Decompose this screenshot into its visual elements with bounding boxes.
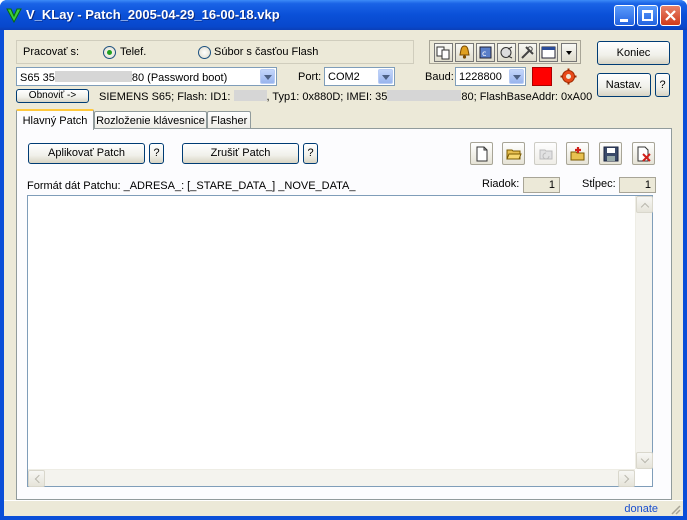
connection-status-indicator (532, 67, 552, 86)
horizontal-scrollbar[interactable] (28, 469, 635, 487)
speaker-icon (500, 46, 513, 59)
status-bar: donate (4, 500, 683, 516)
radio-flash-file-label[interactable]: Súbor s časťou Flash (214, 46, 318, 58)
chevron-down-icon[interactable] (260, 69, 275, 84)
end-button[interactable]: Koniec (597, 41, 670, 65)
toolbar-chip-button[interactable]: c (476, 43, 495, 62)
app-window: V_KLay - Patch_2005-04-29_16-00-18.vkp P… (0, 0, 687, 520)
row-value: 1 (523, 177, 560, 193)
patch-format-text: Formát dát Patchu: _ADRESA_: [_STARE_DAT… (27, 180, 356, 192)
chevron-down-icon[interactable] (378, 69, 393, 84)
reload-patch-button[interactable] (534, 142, 557, 165)
indicator-settings-button[interactable] (559, 67, 578, 86)
window-title: V_KLay - Patch_2005-04-29_16-00-18.vkp (26, 7, 280, 22)
toolbar-copy-button[interactable] (434, 43, 453, 62)
toolbar-tools-button[interactable] (518, 43, 537, 62)
gear-icon (560, 68, 577, 85)
chip-icon: c (479, 46, 492, 59)
maximize-button[interactable] (637, 5, 658, 26)
radio-phone[interactable] (103, 46, 116, 59)
vertical-scrollbar[interactable] (635, 196, 653, 469)
window-icon (541, 46, 556, 59)
radio-flash-file[interactable] (198, 46, 211, 59)
app-logo-icon (6, 8, 22, 23)
save-icon (603, 146, 619, 162)
dropdown-arrow-icon (566, 51, 572, 55)
close-button[interactable] (660, 5, 681, 26)
toolbar-more-button[interactable] (561, 43, 577, 62)
reload-icon (539, 149, 553, 160)
scroll-right-icon[interactable] (618, 470, 635, 487)
scroll-left-icon[interactable] (28, 470, 45, 487)
donate-link[interactable]: donate (624, 503, 658, 515)
title-bar[interactable]: V_KLay - Patch_2005-04-29_16-00-18.vkp (0, 0, 687, 30)
add-patch-button[interactable] (566, 142, 589, 165)
redacted-serial (54, 71, 132, 82)
chevron-down-icon[interactable] (509, 69, 524, 84)
new-file-icon (476, 146, 488, 162)
bell-icon (459, 45, 470, 59)
tools-icon (521, 46, 534, 59)
new-patch-button[interactable] (470, 142, 493, 165)
delete-patch-button[interactable] (632, 142, 655, 165)
settings-button[interactable]: Nastav. (597, 73, 651, 97)
row-label: Riadok: (482, 178, 520, 190)
apply-patch-help-button[interactable]: ? (149, 143, 164, 164)
phone-info-line: SIEMENS S65; Flash: ID1: , Typ1: 0x880D;… (99, 90, 593, 103)
toolbar-speaker-button[interactable] (497, 43, 516, 62)
add-patch-icon (570, 147, 585, 161)
radio-phone-label[interactable]: Telef. (120, 46, 146, 58)
svg-text:c: c (482, 49, 486, 58)
scroll-down-icon[interactable] (636, 452, 653, 469)
port-select[interactable]: COM2 (324, 67, 395, 86)
main-client-area: Pracovať s: Telef. Súbor s časťou Flash … (4, 30, 683, 516)
device-toolbar: c (429, 40, 581, 64)
scroll-up-icon[interactable] (636, 196, 653, 213)
window-frame-bottom (0, 516, 687, 520)
redacted-imei (387, 90, 462, 101)
open-folder-icon (506, 149, 522, 160)
apply-patch-button[interactable]: Aplikovať Patch (28, 143, 145, 164)
work-with-label: Pracovať s: (23, 46, 80, 58)
baud-select[interactable]: 1228800 (455, 67, 526, 86)
close-icon (665, 10, 676, 21)
port-label: Port: (298, 71, 322, 83)
device-select-value: S65 35 80 (Password boot) (20, 71, 228, 84)
minimize-button[interactable] (614, 5, 635, 26)
baud-select-value: 1228800 (459, 71, 502, 83)
device-select[interactable]: S65 35 80 (Password boot) (16, 67, 277, 86)
tab-flasher[interactable]: Flasher (207, 111, 251, 129)
open-patch-button[interactable] (502, 142, 525, 165)
column-value: 1 (619, 177, 656, 193)
baud-label: Baud: (425, 71, 454, 83)
column-label: Stĺpec: (582, 178, 616, 190)
save-patch-button[interactable] (599, 142, 622, 165)
port-select-value: COM2 (328, 71, 360, 83)
work-with-group: Pracovať s: Telef. Súbor s časťou Flash (16, 40, 414, 64)
cancel-patch-help-button[interactable]: ? (303, 143, 318, 164)
settings-help-button[interactable]: ? (655, 73, 670, 97)
tab-main-patch[interactable]: Hlavný Patch (16, 109, 94, 130)
copy-icon (436, 46, 450, 60)
delete-file-icon (637, 146, 651, 162)
patch-editor[interactable] (27, 195, 653, 487)
tab-keyboard-layout[interactable]: Rozloženie klávesnice (94, 111, 207, 129)
redacted-flash-id (233, 90, 267, 101)
cancel-patch-button[interactable]: Zrušiť Patch (182, 143, 299, 164)
refresh-button[interactable]: Obnoviť -> (16, 89, 89, 103)
resize-grip-icon[interactable] (669, 503, 681, 515)
toolbar-bell-button[interactable] (455, 43, 474, 62)
toolbar-window-button[interactable] (539, 43, 558, 62)
